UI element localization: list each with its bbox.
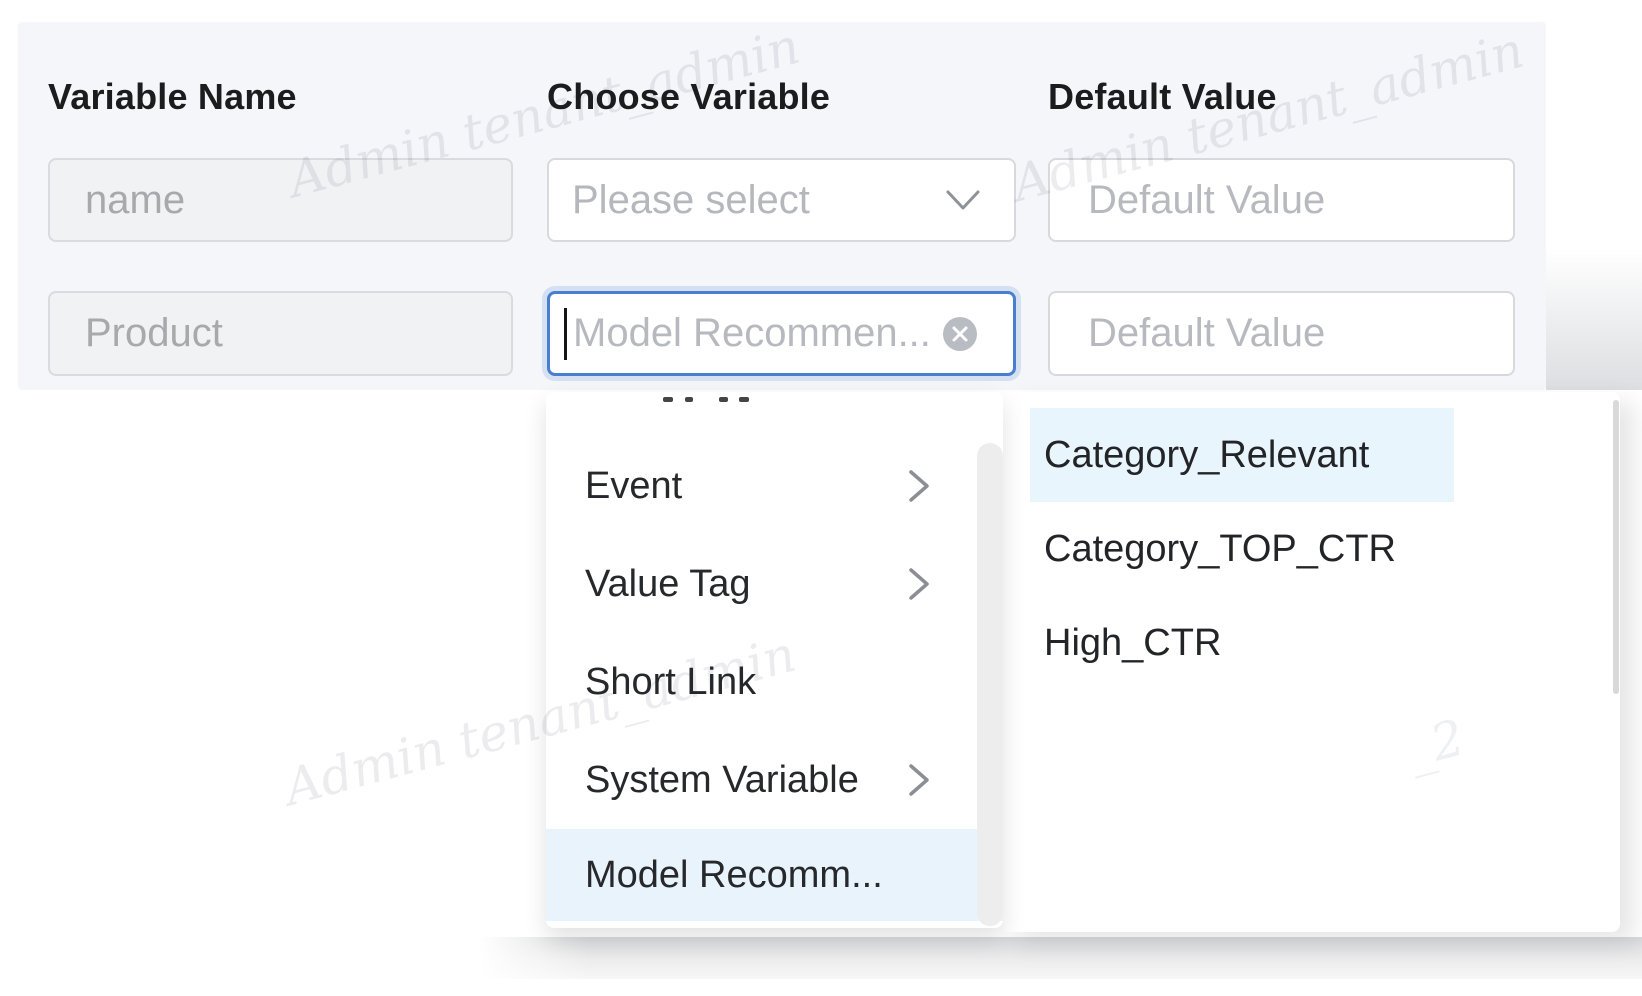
clear-selection-button[interactable] <box>943 317 977 351</box>
submenu-item-label: Category_Relevant <box>1044 434 1369 477</box>
default-value-label: Default Value <box>1048 76 1277 118</box>
menu-item-model-recommend-active[interactable]: Model Recomm... <box>546 829 1003 921</box>
menu-item-system-variable[interactable]: System Variable <box>546 731 1003 829</box>
chevron-down-icon <box>946 189 980 211</box>
variable-name-value-row1: name <box>85 178 185 223</box>
choose-variable-select-row2-focused[interactable]: Model Recommen... <box>547 291 1016 376</box>
variable-name-value-row2: Product <box>85 311 223 356</box>
menu-item-event[interactable]: Event <box>546 437 1003 535</box>
default-value-input-row1[interactable]: Default Value <box>1048 158 1515 242</box>
shadow-fade <box>480 937 590 979</box>
submenu-item-category-top-ctr[interactable]: Category_TOP_CTR <box>1030 502 1454 596</box>
choose-variable-label: Choose Variable <box>547 76 830 118</box>
chevron-right-icon <box>908 858 930 892</box>
chevron-right-icon <box>908 763 930 797</box>
variable-name-label: Variable Name <box>48 76 297 118</box>
cascader-submenu: Category_Relevant Category_TOP_CTR High_… <box>1003 392 1620 932</box>
submenu-scrollbar[interactable] <box>1613 400 1619 694</box>
menu-scrollbar[interactable] <box>977 443 1003 926</box>
screen: Variable Name Choose Variable Default Va… <box>0 0 1642 996</box>
variable-name-input-row2[interactable]: Product <box>48 291 513 376</box>
text-caret <box>564 308 567 360</box>
menu-item-label: System Variable <box>585 759 859 802</box>
chevron-right-icon <box>908 567 930 601</box>
dropdown-shadow-band <box>480 937 1642 979</box>
default-value-placeholder-row1: Default Value <box>1088 178 1325 223</box>
submenu-item-label: High_CTR <box>1044 622 1221 665</box>
menu-item-short-link[interactable]: Short Link <box>546 633 1003 731</box>
variable-name-input-row1[interactable]: name <box>48 158 513 242</box>
menu-item-label: Value Tag <box>585 563 751 606</box>
select-placeholder-row1: Please select <box>572 178 810 223</box>
default-value-placeholder-row2: Default Value <box>1088 311 1325 356</box>
menu-item-value-tag[interactable]: Value Tag <box>546 535 1003 633</box>
menu-item-label: Short Link <box>585 661 756 704</box>
menu-item-label: Model Recomm... <box>585 854 883 897</box>
submenu-item-category-relevant-active[interactable]: Category_Relevant <box>1030 408 1454 502</box>
chevron-right-icon <box>908 469 930 503</box>
close-icon <box>951 325 969 343</box>
variable-form-panel: Variable Name Choose Variable Default Va… <box>18 22 1546 390</box>
clipped-option-remnant <box>663 397 783 403</box>
menu-item-label: Event <box>585 465 682 508</box>
choose-variable-select-row1[interactable]: Please select <box>547 158 1016 242</box>
submenu-item-label: Category_TOP_CTR <box>1044 528 1396 571</box>
select-value-row2: Model Recommen... <box>573 311 931 356</box>
cascader-menu: Event Value Tag Short Link System Variab… <box>546 392 1003 928</box>
corner-shadow <box>1546 248 1642 390</box>
submenu-item-high-ctr[interactable]: High_CTR <box>1030 596 1454 690</box>
default-value-input-row2[interactable]: Default Value <box>1048 291 1515 376</box>
